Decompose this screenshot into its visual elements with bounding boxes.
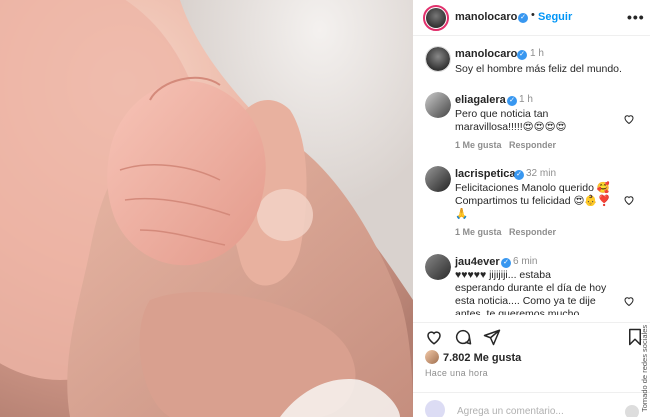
comment-avatar[interactable] (425, 166, 451, 192)
like-heart-icon[interactable] (425, 328, 443, 346)
post-side-panel: manolocaro ✓ • Seguir ••• manolocaro ✓ 1… (413, 0, 650, 417)
emoji-icon[interactable] (425, 400, 445, 417)
comment-text-line: esperando durante el día de hoy (455, 282, 607, 294)
photo-credit: Tomado de redes sociales (640, 300, 650, 417)
comment-username[interactable]: eliagalera (455, 94, 506, 106)
caption-avatar[interactable] (425, 46, 451, 72)
share-send-icon[interactable] (483, 328, 501, 346)
comment-username[interactable]: lacrispetica (455, 168, 516, 180)
post-photo[interactable] (0, 0, 413, 417)
comment-likes[interactable]: 1 Me gusta (455, 140, 502, 150)
add-comment-input[interactable]: Agrega un comentario... (457, 406, 564, 417)
comment-username[interactable]: jau4ever (455, 256, 500, 268)
comment-avatar[interactable] (425, 254, 451, 280)
comment-text-line: maravillosa!!!!!😍😍😍😍 (455, 121, 567, 133)
post-timestamp: Hace una hora (425, 368, 488, 378)
comment-text-line: Compartimos tu felicidad 😍👶❣️ (455, 195, 611, 207)
comment-time: 32 min (526, 168, 557, 179)
verified-badge-icon: ✓ (518, 13, 528, 23)
like-comment-heart-icon[interactable] (623, 194, 635, 206)
comment-text-line: ♥♥♥♥♥ jijijiji... estaba (455, 269, 551, 281)
comment-likes[interactable]: 1 Me gusta (455, 227, 502, 237)
verified-badge-icon: ✓ (514, 170, 524, 180)
follow-button[interactable]: Seguir (538, 11, 572, 23)
photo-credit-text: Tomado de redes sociales (640, 324, 649, 412)
liker-avatar (425, 350, 439, 364)
comment-text-line: Felicitaciones Manolo querido 🥰 (455, 182, 610, 194)
baby-hand-image (0, 0, 413, 417)
reply-button[interactable]: Responder (509, 227, 556, 237)
comment-text-line: antes, te queremos mucho (455, 308, 580, 315)
separator-dot: • (531, 9, 535, 21)
reply-button[interactable]: Responder (509, 140, 556, 150)
like-comment-heart-icon[interactable] (623, 295, 635, 307)
comment-time: 6 min (513, 256, 538, 267)
verified-badge-icon: ✓ (501, 258, 511, 268)
verified-badge-icon: ✓ (517, 50, 527, 60)
caption-username[interactable]: manolocaro (455, 48, 517, 60)
post-header: manolocaro ✓ • Seguir ••• (413, 0, 650, 36)
caption-text: Soy el hombre más feliz del mundo. (455, 63, 622, 75)
comment-text-line: 🙏 (455, 208, 469, 220)
verified-badge-icon: ✓ (507, 96, 517, 106)
author-avatar[interactable] (423, 5, 449, 31)
like-comment-heart-icon[interactable] (623, 113, 635, 125)
comment-bubble-icon[interactable] (454, 328, 472, 346)
add-comment-bar: Agrega un comentario... (413, 392, 650, 417)
caption-time: 1 h (530, 48, 544, 59)
comment-text-line: Pero que noticia tan (455, 108, 549, 120)
likes-count[interactable]: 7.802 Me gusta (443, 352, 521, 364)
author-username[interactable]: manolocaro (455, 11, 517, 23)
comment-avatar[interactable] (425, 92, 451, 118)
comment-text-line: esta noticia.... Como ya te dije (455, 295, 596, 307)
post-actions-bar (413, 322, 650, 348)
more-options-icon[interactable]: ••• (627, 9, 645, 25)
comment-time: 1 h (519, 94, 533, 105)
post-comment-icon[interactable] (625, 405, 639, 417)
